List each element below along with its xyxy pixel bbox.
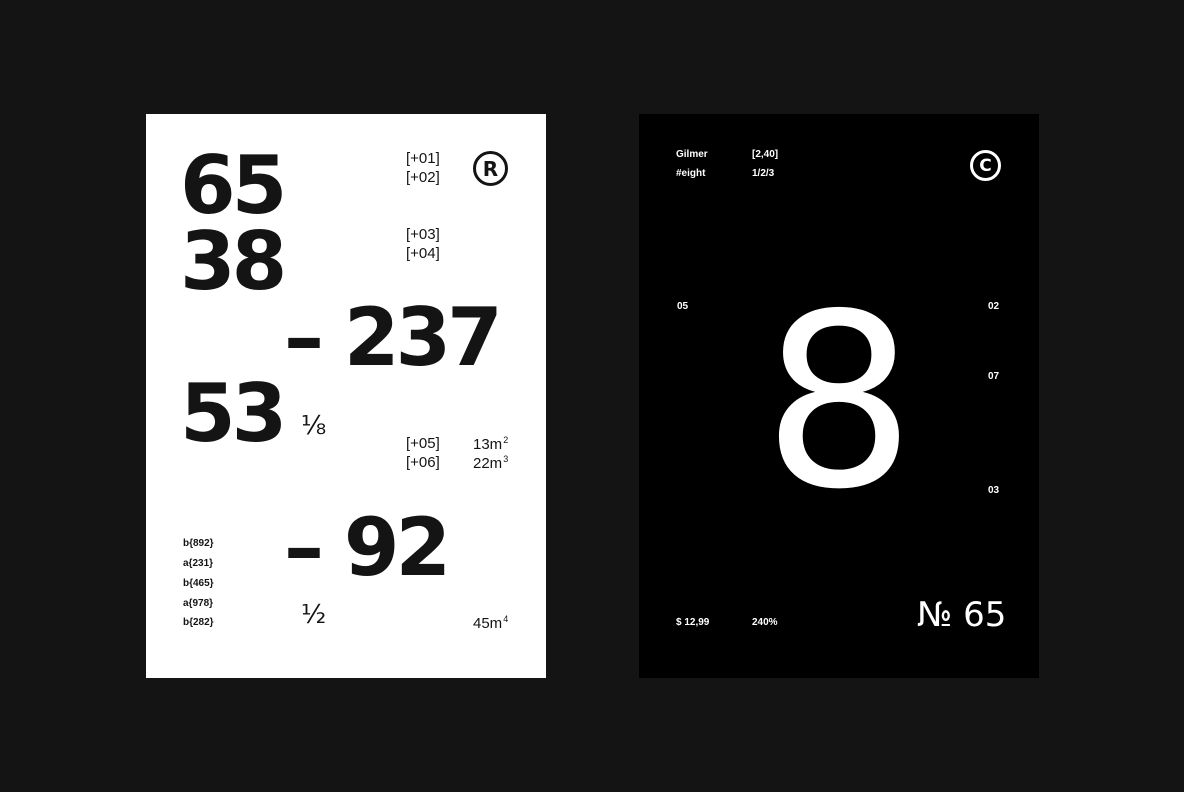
- unit-45m4-exp: 4: [503, 614, 509, 624]
- price-label: $ 12,99: [676, 617, 710, 628]
- copyright-letter: C: [979, 155, 992, 176]
- percent-label: 240%: [752, 617, 778, 628]
- ratio-label: 1/2/3: [752, 168, 775, 179]
- tag-plus-01: [+01]: [406, 150, 440, 167]
- hero-digit-8: 8: [762, 262, 916, 542]
- unit-22m3-base: 22m: [473, 455, 503, 472]
- numero-65: № 65: [917, 595, 1007, 635]
- code-b465: b{465}: [183, 578, 214, 589]
- code-b892: b{892}: [183, 538, 214, 549]
- code-b282: b{282}: [183, 617, 214, 628]
- tag-plus-06: [+06]: [406, 454, 440, 471]
- unit-13m2-exp: 2: [503, 435, 509, 445]
- number-38: 38: [180, 215, 287, 308]
- tag-plus-04: [+04]: [406, 245, 440, 262]
- fraction-one-half: ½: [301, 600, 327, 630]
- unit-45m4-base: 45m: [473, 615, 503, 632]
- registered-letter: R: [482, 156, 499, 181]
- hashtag-label: #eight: [676, 168, 706, 179]
- code-a978: a{978}: [183, 598, 214, 609]
- code-a231: a{231}: [183, 558, 214, 569]
- white-poster-card: 65 38 – 237 53 – 92 [+01] [+02] [+03] [+…: [146, 114, 546, 678]
- number-53: 53: [180, 367, 287, 460]
- fraction-one-eighth: ⅛: [301, 411, 327, 441]
- tag-plus-03: [+03]: [406, 226, 440, 243]
- number-minus-92: – 92: [284, 501, 451, 594]
- tag-plus-02: [+02]: [406, 169, 440, 186]
- black-poster-card: Gilmer #eight [2,40] 1/2/3 C 05 02 07 03…: [639, 114, 1039, 678]
- unit-13m2-base: 13m: [473, 436, 503, 453]
- coords-label: [2,40]: [752, 149, 779, 160]
- number-65: 65: [180, 139, 287, 232]
- number-minus-237: – 237: [284, 291, 503, 384]
- unit-13m2: 13m2: [473, 435, 509, 453]
- unit-22m3-exp: 3: [503, 454, 509, 464]
- unit-22m3: 22m3: [473, 454, 509, 472]
- font-name-label: Gilmer: [676, 149, 708, 160]
- copyright-icon: C: [970, 150, 1001, 181]
- unit-45m4: 45m4: [473, 614, 509, 632]
- registered-icon: R: [473, 151, 508, 186]
- tag-plus-05: [+05]: [406, 435, 440, 452]
